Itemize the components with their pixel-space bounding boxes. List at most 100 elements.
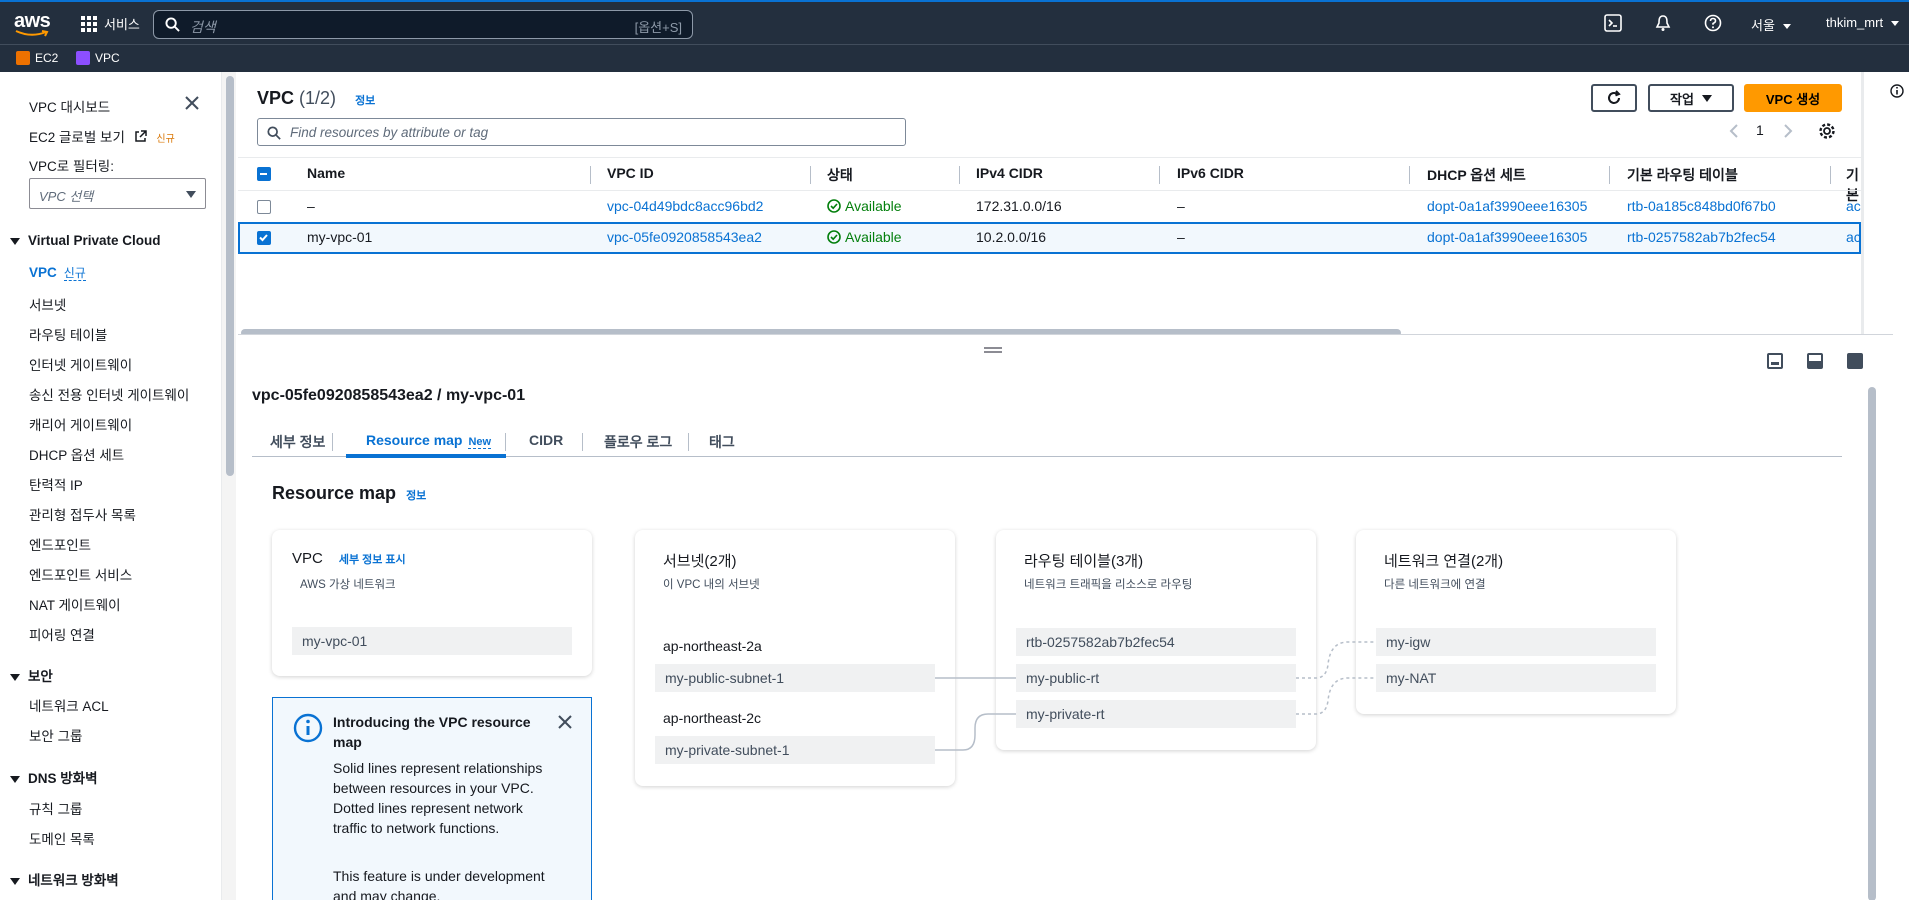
aws-logo[interactable]: aws <box>14 10 51 37</box>
close-icon[interactable] <box>184 95 200 111</box>
region-selector[interactable]: 서울 <box>1751 15 1791 34</box>
info-link[interactable]: 정보 <box>355 95 375 107</box>
column-header-more[interactable]: 기본 <box>1846 158 1861 203</box>
chevron-right-icon[interactable] <box>1783 124 1793 138</box>
external-link-icon <box>134 130 147 142</box>
services-menu[interactable]: 서비스 <box>104 14 140 33</box>
split-bottom-icon[interactable] <box>1767 353 1783 369</box>
sidebar-item-egress-only-igw[interactable]: 송신 전용 인터넷 게이트웨이 <box>29 384 189 404</box>
sidebar-item-peering[interactable]: 피어링 연결 <box>29 624 95 644</box>
route-table-chip[interactable]: my-private-rt <box>1016 700 1296 728</box>
table-row[interactable]: – vpc-04d49bdc8acc96bd2 Available 172.31… <box>238 190 1861 222</box>
table-row-selected[interactable]: my-vpc-01 vpc-05fe0920858543ea2 Availabl… <box>238 222 1861 254</box>
chevron-left-icon[interactable] <box>1729 124 1739 138</box>
column-divider[interactable] <box>959 166 960 184</box>
subnet-chip[interactable]: my-private-subnet-1 <box>655 736 935 764</box>
cloudshell-icon[interactable] <box>1604 14 1622 32</box>
sidebar-item-network-acl[interactable]: 네트워크 ACL <box>29 695 109 715</box>
cell-vpc-id-link[interactable]: vpc-05fe0920858543ea2 <box>607 229 762 245</box>
network-connection-chip[interactable]: my-igw <box>1376 628 1656 656</box>
vpc-chip[interactable]: my-vpc-01 <box>292 627 572 655</box>
tab-details[interactable]: 세부 정보 <box>270 432 325 452</box>
sidebar-item-carrier-gateways[interactable]: 캐리어 게이트웨이 <box>29 414 132 434</box>
sidebar-item-security-groups[interactable]: 보안 그룹 <box>29 725 82 745</box>
sidebar-item-rule-groups[interactable]: 규칙 그룹 <box>29 798 82 818</box>
column-header-vpc-id[interactable]: VPC ID <box>607 158 654 190</box>
column-header-name[interactable]: Name <box>307 158 345 190</box>
show-details-link[interactable]: 세부 정보 표시 <box>339 554 406 566</box>
favorite-ec2[interactable]: EC2 <box>16 51 58 65</box>
sidebar-item-dhcp-options[interactable]: DHCP 옵션 세트 <box>29 444 124 464</box>
cell-dhcp-link[interactable]: dopt-0a1af3990eee16305 <box>1427 229 1587 245</box>
resize-handle[interactable] <box>984 347 1002 353</box>
sidebar-item-elastic-ip[interactable]: 탄력적 IP <box>29 474 83 494</box>
sidebar-item-label: EC2 글로벌 보기 <box>29 130 125 145</box>
info-link[interactable]: 정보 <box>406 490 426 502</box>
sidebar-item-internet-gateways[interactable]: 인터넷 게이트웨이 <box>29 354 132 374</box>
create-vpc-button[interactable]: VPC 생성 <box>1744 84 1842 112</box>
info-panel-icon[interactable] <box>1890 84 1904 98</box>
column-header-ipv6-cidr[interactable]: IPv6 CIDR <box>1177 158 1244 190</box>
cell-ipv4: 10.2.0.0/16 <box>976 229 1047 245</box>
global-search-input[interactable]: 검색 [옵션+S] <box>153 10 693 39</box>
column-header-main-route-table[interactable]: 기본 라우팅 테이블 <box>1627 158 1738 190</box>
section-security[interactable]: 보안 <box>10 665 53 685</box>
tab-cidr[interactable]: CIDR <box>529 432 563 448</box>
detail-tabs: 세부 정보 Resource map New CIDR 플로우 로그 태그 <box>252 425 1842 458</box>
column-divider[interactable] <box>1830 166 1831 184</box>
column-divider[interactable] <box>1609 166 1610 184</box>
tab-flow-logs[interactable]: 플로우 로그 <box>604 432 672 452</box>
sidebar-item-vpc-dashboard[interactable]: VPC 대시보드 <box>29 96 110 116</box>
sidebar-item-ec2-global-view[interactable]: EC2 글로벌 보기 신규 <box>29 126 175 146</box>
column-header-dhcp[interactable]: DHCP 옵션 세트 <box>1427 158 1526 190</box>
cell-dhcp-link[interactable]: dopt-0a1af3990eee16305 <box>1427 198 1587 214</box>
bell-icon[interactable] <box>1654 14 1672 32</box>
account-menu[interactable]: thkim_mrt <box>1826 15 1900 30</box>
sidebar-item-subnets[interactable]: 서브넷 <box>29 294 66 314</box>
column-header-ipv4-cidr[interactable]: IPv4 CIDR <box>976 158 1043 190</box>
section-virtual-private-cloud[interactable]: Virtual Private Cloud <box>10 233 161 248</box>
sidebar-item-endpoints[interactable]: 엔드포인트 <box>29 534 91 554</box>
help-icon[interactable] <box>1704 14 1722 32</box>
section-dns-firewall[interactable]: DNS 방화벽 <box>10 767 98 787</box>
column-header-status[interactable]: 상태 <box>827 158 853 190</box>
cell-route-table-link[interactable]: rtb-0a185c848bd0f67b0 <box>1627 198 1776 214</box>
cell-acl-link[interactable]: acl <box>1846 198 1861 214</box>
sidebar-scrollbar[interactable] <box>226 76 234 476</box>
row-checkbox[interactable] <box>257 200 271 214</box>
split-full-icon[interactable] <box>1847 353 1863 369</box>
refresh-button[interactable] <box>1591 84 1637 112</box>
section-network-firewall[interactable]: 네트워크 방화벽 <box>10 869 119 889</box>
sidebar-item-route-tables[interactable]: 라우팅 테이블 <box>29 324 107 344</box>
sidebar-item-endpoint-services[interactable]: 엔드포인트 서비스 <box>29 564 132 584</box>
favorite-vpc[interactable]: VPC <box>76 51 120 65</box>
find-resources-input[interactable]: Find resources by attribute or tag <box>257 118 906 146</box>
split-panel-scrollbar[interactable] <box>1868 387 1876 900</box>
sidebar-item-domain-lists[interactable]: 도메인 목록 <box>29 828 95 848</box>
split-half-icon[interactable] <box>1807 353 1823 369</box>
close-icon[interactable] <box>557 714 573 730</box>
cell-route-table-link[interactable]: rtb-0257582ab7b2fec54 <box>1627 229 1776 245</box>
cell-acl-link[interactable]: acl <box>1846 229 1861 245</box>
route-table-chip[interactable]: my-public-rt <box>1016 664 1296 692</box>
tab-resource-map[interactable]: Resource map New <box>366 432 492 449</box>
select-all-checkbox[interactable] <box>257 167 271 181</box>
services-grid-icon[interactable] <box>81 16 97 32</box>
column-divider[interactable] <box>810 166 811 184</box>
column-divider[interactable] <box>1409 166 1410 184</box>
route-table-chip[interactable]: rtb-0257582ab7b2fec54 <box>1016 628 1296 656</box>
network-connection-chip[interactable]: my-NAT <box>1376 664 1656 692</box>
sidebar-item-nat-gateways[interactable]: NAT 게이트웨이 <box>29 594 121 614</box>
vpc-filter-select[interactable]: VPC 선택 <box>29 178 206 209</box>
column-divider[interactable] <box>590 166 591 184</box>
cell-vpc-id-link[interactable]: vpc-04d49bdc8acc96bd2 <box>607 198 763 214</box>
page-number[interactable]: 1 <box>1756 122 1764 138</box>
tab-tags[interactable]: 태그 <box>709 432 735 452</box>
sidebar-item-vpc[interactable]: VPC 신규 <box>29 264 86 281</box>
sidebar-item-prefix-lists[interactable]: 관리형 접두사 목록 <box>29 504 136 524</box>
actions-button[interactable]: 작업 <box>1648 84 1734 112</box>
row-checkbox[interactable] <box>257 231 271 245</box>
column-divider[interactable] <box>1159 166 1160 184</box>
subnet-chip[interactable]: my-public-subnet-1 <box>655 664 935 692</box>
settings-gear-icon[interactable] <box>1818 122 1836 140</box>
